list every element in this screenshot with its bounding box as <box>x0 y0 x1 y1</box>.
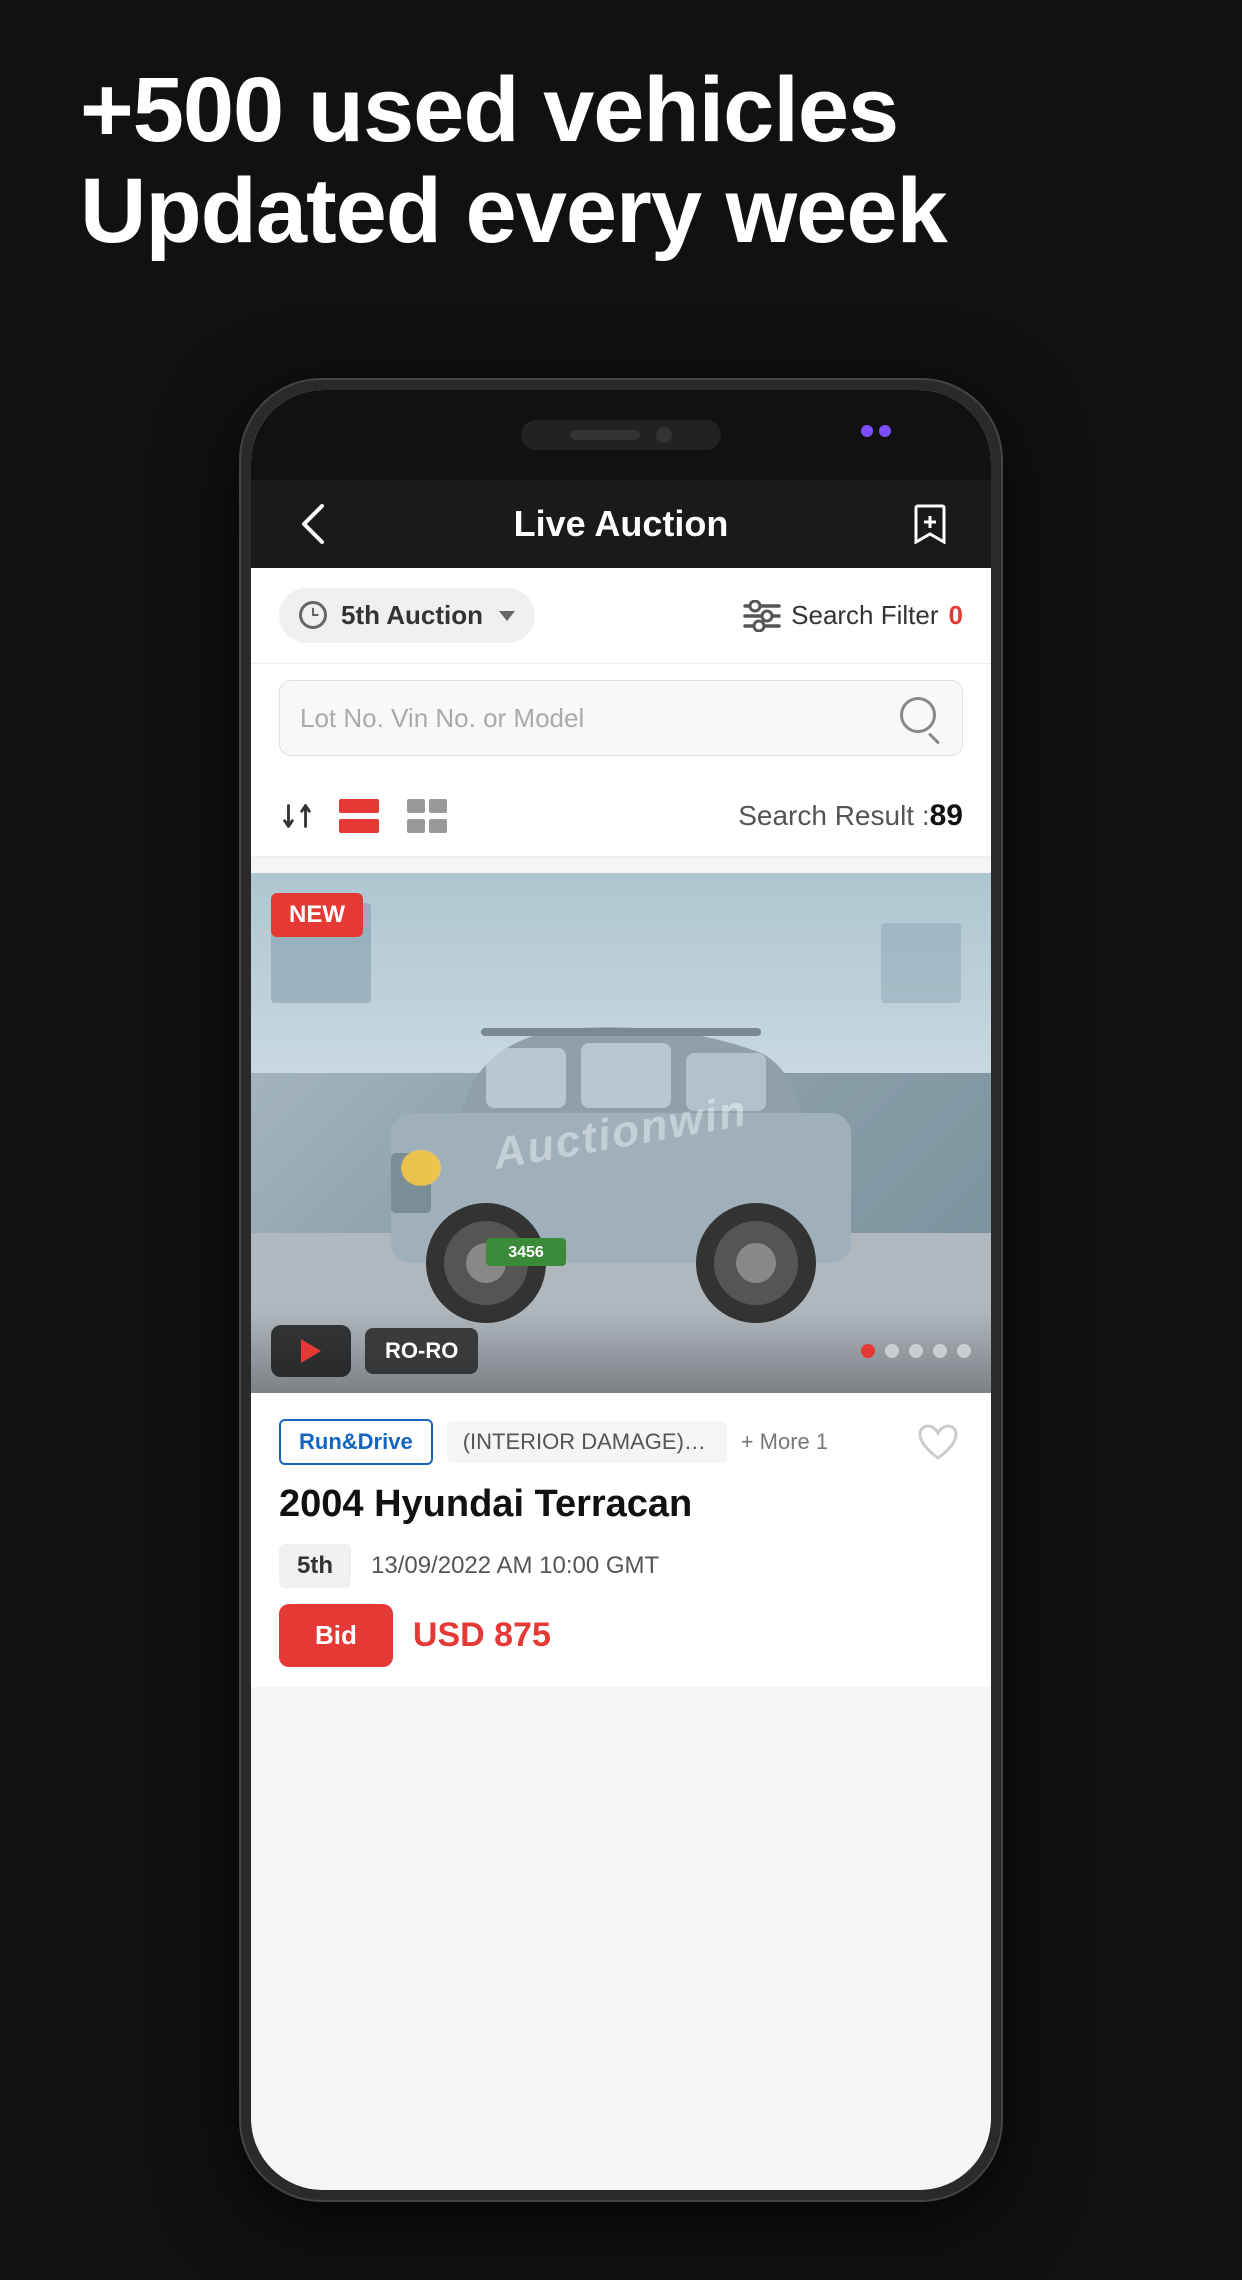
search-result-label: Search Result : <box>738 800 929 832</box>
grid-view-button[interactable] <box>403 792 451 840</box>
roro-badge: RO-RO <box>365 1328 478 1374</box>
sort-button[interactable] <box>279 798 315 834</box>
search-input-wrapper[interactable]: Lot No. Vin No. or Model <box>279 680 963 756</box>
dropdown-arrow-icon <box>499 611 515 621</box>
search-bar-container: Lot No. Vin No. or Model <box>251 664 991 776</box>
auction-label: 5th Auction <box>341 600 483 631</box>
dot-4 <box>933 1344 947 1358</box>
phone-notch <box>521 420 721 450</box>
favorite-button[interactable] <box>913 1417 963 1467</box>
bid-button[interactable]: Bid <box>279 1604 393 1667</box>
car-image-container: 3456 Auctionwin NEW <box>251 873 991 1393</box>
video-button[interactable] <box>271 1325 351 1377</box>
image-bottom-bar: RO-RO <box>251 1309 991 1393</box>
auction-selector[interactable]: 5th Auction <box>279 588 535 643</box>
back-button[interactable] <box>287 499 337 549</box>
auction-date: 13/09/2022 AM 10:00 GMT <box>371 1552 659 1580</box>
hero-line1: +500 used vehicles <box>80 60 1162 161</box>
speaker <box>570 430 640 440</box>
filter-sliders-icon <box>743 600 781 632</box>
nav-title: Live Auction <box>514 503 729 545</box>
price-text: USD 875 <box>413 1616 551 1655</box>
hero-line2: Updated every week <box>80 161 1162 262</box>
more-tag: + More 1 <box>741 1429 828 1455</box>
tags-row: Run&Drive (INTERIOR DAMAGE) Au... + More… <box>279 1417 963 1467</box>
car-listings: 3456 Auctionwin NEW <box>251 857 991 2190</box>
search-input[interactable]: Lot No. Vin No. or Model <box>300 703 900 734</box>
svg-text:3456: 3456 <box>508 1244 544 1261</box>
search-filter-button[interactable]: Search Filter 0 <box>743 600 963 632</box>
dot-5 <box>957 1344 971 1358</box>
view-controls: Search Result : 89 <box>251 776 991 857</box>
damage-tag: (INTERIOR DAMAGE) Au... <box>447 1421 727 1463</box>
auction-info-row: 5th 13/09/2022 AM 10:00 GMT <box>279 1544 963 1588</box>
play-icon <box>301 1339 321 1363</box>
bookmark-button[interactable] <box>905 499 955 549</box>
price-row: Bid USD 875 <box>279 1604 963 1667</box>
clock-icon <box>299 601 327 629</box>
car-name: 2004 Hyundai Terracan <box>279 1483 963 1526</box>
dot-2 <box>885 1344 899 1358</box>
car-details: Run&Drive (INTERIOR DAMAGE) Au... + More… <box>251 1393 991 1687</box>
new-badge: NEW <box>271 893 363 937</box>
search-icon <box>900 697 942 739</box>
dot-3 <box>909 1344 923 1358</box>
dot-1 <box>861 1344 875 1358</box>
hero-text: +500 used vehicles Updated every week <box>80 60 1162 262</box>
camera <box>656 427 672 443</box>
auction-num-badge: 5th <box>279 1544 351 1588</box>
filter-count: 0 <box>949 600 963 631</box>
car-listing-card: 3456 Auctionwin NEW <box>251 873 991 1687</box>
filter-bar: 5th Auction Search Filter 0 <box>251 568 991 664</box>
image-dots <box>861 1344 971 1358</box>
search-result-count: 89 <box>930 799 963 833</box>
search-result: Search Result : 89 <box>738 799 963 833</box>
app-nav: Live Auction <box>251 480 991 568</box>
condition-tag: Run&Drive <box>279 1419 433 1465</box>
phone-frame: Live Auction 5th Auction <box>241 380 1001 2200</box>
list-view-button[interactable] <box>335 792 383 840</box>
phone-top-bar <box>251 390 991 480</box>
filter-label: Search Filter <box>791 600 938 631</box>
